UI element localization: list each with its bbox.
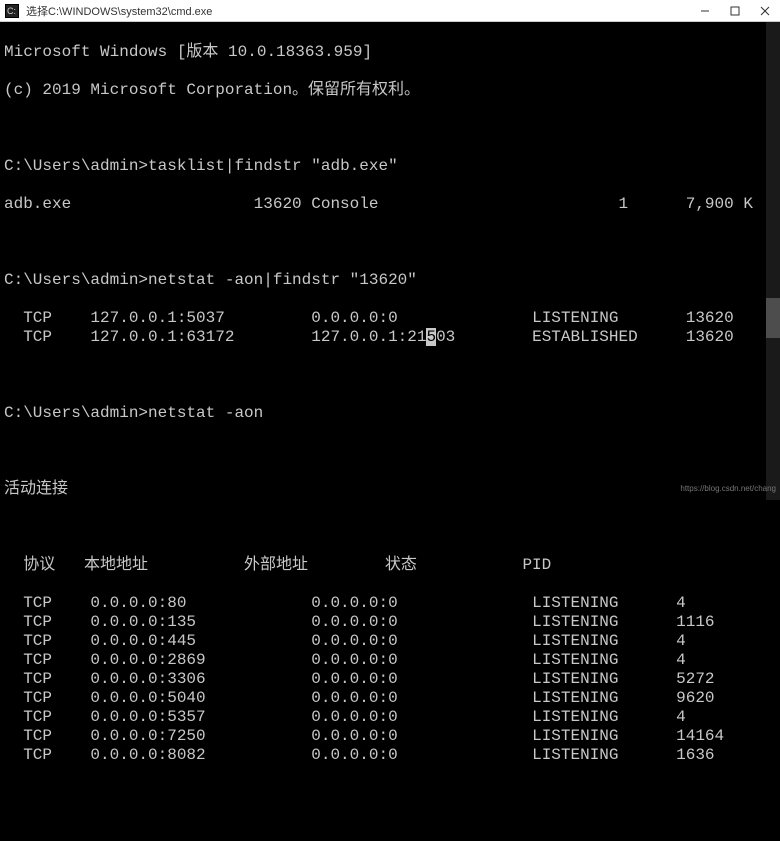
cmd3-line: C:\Users\admin>netstat -aon [4, 404, 776, 423]
minimize-button[interactable] [690, 0, 720, 21]
netstat-row: TCP 0.0.0.0:445 0.0.0.0:0 LISTENING 4 [4, 632, 776, 651]
blank-line [4, 518, 776, 537]
watermark: https://blog.csdn.net/chang [680, 479, 776, 498]
scrollbar-track[interactable] [766, 22, 780, 500]
blank-line [4, 366, 776, 385]
netstat-row: TCP 0.0.0.0:5040 0.0.0.0:0 LISTENING 962… [4, 689, 776, 708]
maximize-button[interactable] [720, 0, 750, 21]
netstat-row: TCP 0.0.0.0:7250 0.0.0.0:0 LISTENING 141… [4, 727, 776, 746]
netstat-row: TCP 0.0.0.0:5357 0.0.0.0:0 LISTENING 4 [4, 708, 776, 727]
netstat-row: TCP 127.0.0.1:63172 127.0.0.1:21503 ESTA… [4, 328, 776, 347]
netstat-row: TCP 0.0.0.0:135 0.0.0.0:0 LISTENING 1116 [4, 613, 776, 632]
netstat-row: TCP 0.0.0.0:2869 0.0.0.0:0 LISTENING 4 [4, 651, 776, 670]
window-title: 选择C:\WINDOWS\system32\cmd.exe [24, 3, 690, 19]
netstat-header: 协议 本地地址 外部地址 状态 PID [4, 556, 776, 575]
terminal-area[interactable]: Microsoft Windows [版本 10.0.18363.959] (c… [0, 22, 780, 500]
blank-line [4, 233, 776, 252]
section-title: 活动连接 [4, 480, 776, 499]
cmd-icon: C: [4, 3, 20, 19]
netstat-row: TCP 127.0.0.1:5037 0.0.0.0:0 LISTENING 1… [4, 309, 776, 328]
header-line2: (c) 2019 Microsoft Corporation。保留所有权利。 [4, 81, 776, 100]
blank-line [4, 442, 776, 461]
window-titlebar: C: 选择C:\WINDOWS\system32\cmd.exe [0, 0, 780, 22]
netstat-row: TCP 0.0.0.0:3306 0.0.0.0:0 LISTENING 527… [4, 670, 776, 689]
cmd1-line: C:\Users\admin>tasklist|findstr "adb.exe… [4, 157, 776, 176]
close-button[interactable] [750, 0, 780, 21]
cmd2-line: C:\Users\admin>netstat -aon|findstr "136… [4, 271, 776, 290]
svg-text:C:: C: [7, 6, 16, 16]
netstat-row: TCP 0.0.0.0:80 0.0.0.0:0 LISTENING 4 [4, 594, 776, 613]
scrollbar-thumb[interactable] [766, 298, 780, 338]
window-buttons [690, 0, 780, 21]
netstat-row: TCP 0.0.0.0:8082 0.0.0.0:0 LISTENING 163… [4, 746, 776, 765]
header-line1: Microsoft Windows [版本 10.0.18363.959] [4, 43, 776, 62]
cmd1-result-row: adb.exe 13620 Console 1 7,900 K [4, 195, 776, 214]
blank-line [4, 119, 776, 138]
